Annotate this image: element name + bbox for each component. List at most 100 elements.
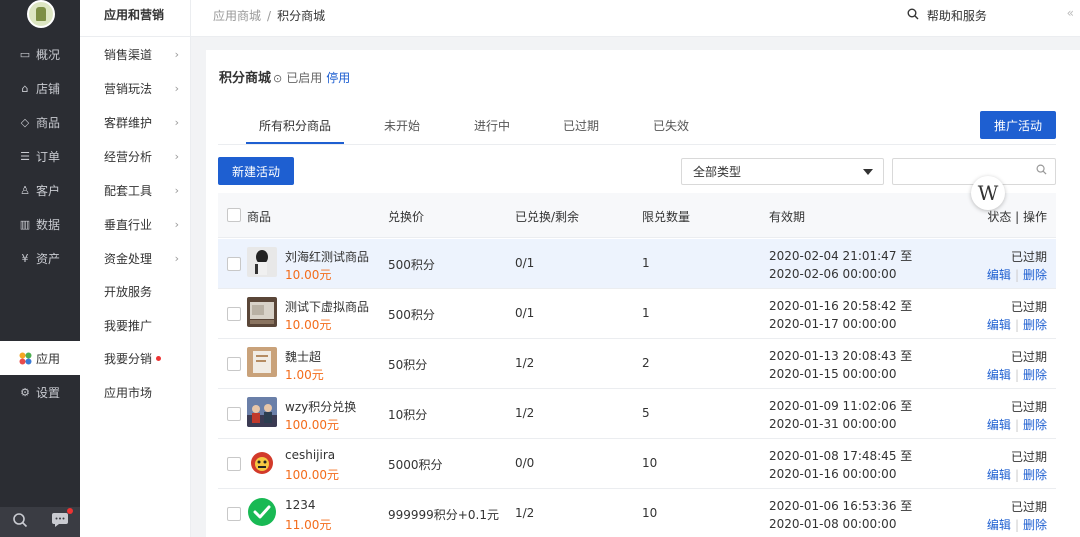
- type-select[interactable]: 全部类型: [681, 158, 884, 185]
- status-text: 已过期: [1010, 250, 1047, 264]
- subnav-item-sales-channels[interactable]: 销售渠道 ›: [80, 37, 191, 71]
- product-name[interactable]: 测试下虚拟商品: [285, 298, 369, 315]
- status-text: 已启用: [286, 71, 323, 85]
- row-checkbox[interactable]: [227, 407, 241, 421]
- points-price: 10积分: [388, 408, 428, 422]
- sidebar-item-label: 订单: [36, 149, 61, 164]
- edit-link[interactable]: 编辑: [987, 368, 1011, 382]
- subnav-label: 销售渠道: [104, 47, 153, 62]
- info-circle-icon[interactable]: ⊙: [273, 72, 282, 85]
- collapse-icon[interactable]: «: [1067, 6, 1074, 20]
- product-name[interactable]: ceshijira: [285, 448, 335, 462]
- divider: |: [1014, 368, 1019, 382]
- validity-period: 2020-01-06 16:53:36 至 2020-01-08 00:00:00: [769, 497, 912, 533]
- redeemed-remaining: 1/2: [515, 406, 535, 420]
- table-row[interactable]: 刘海红测试商品 10.00元 500积分 0/1 1 2020-02-04 21…: [218, 239, 1056, 289]
- subnav-item-promote[interactable]: 我要推广: [80, 308, 191, 342]
- delete-link[interactable]: 删除: [1023, 468, 1047, 482]
- breadcrumb-root[interactable]: 应用商城: [213, 9, 261, 23]
- breadcrumb-separator: /: [267, 9, 272, 23]
- edit-link[interactable]: 编辑: [987, 418, 1011, 432]
- message-icon[interactable]: [51, 508, 73, 532]
- subnav-item-verticals[interactable]: 垂直行业 ›: [80, 207, 191, 241]
- table-row[interactable]: 测试下虚拟商品 10.00元 500积分 0/1 1 2020-01-16 20…: [218, 289, 1056, 339]
- sidebar-item-products[interactable]: ◇ 商品: [0, 105, 80, 139]
- row-checkbox[interactable]: [227, 357, 241, 371]
- delete-link[interactable]: 删除: [1023, 268, 1047, 282]
- subnav-item-app-market[interactable]: 应用市场: [80, 375, 191, 409]
- sidebar-item-apps[interactable]: 应用: [0, 341, 80, 375]
- edit-link[interactable]: 编辑: [987, 468, 1011, 482]
- select-all-checkbox[interactable]: [227, 208, 241, 222]
- delete-link[interactable]: 删除: [1023, 418, 1047, 432]
- notification-dot: [66, 508, 73, 514]
- valid-start: 2020-01-08 17:48:45 至: [769, 449, 913, 463]
- type-select-value: 全部类型: [693, 165, 742, 179]
- sidebar-footer: [0, 507, 80, 537]
- subnav-item-analytics[interactable]: 经营分析 ›: [80, 139, 191, 173]
- redeemed-remaining: 0/1: [515, 256, 535, 270]
- sidebar-item-orders[interactable]: ☰ 订单: [0, 139, 80, 173]
- sidebar-item-overview[interactable]: ▭ 概况: [0, 37, 80, 71]
- delete-link[interactable]: 删除: [1023, 518, 1047, 532]
- edit-link[interactable]: 编辑: [987, 318, 1011, 332]
- product-name[interactable]: 1234: [285, 498, 316, 512]
- search-icon[interactable]: [12, 512, 28, 532]
- delete-link[interactable]: 删除: [1023, 368, 1047, 382]
- sidebar-item-store[interactable]: ⌂ 店铺: [0, 71, 80, 105]
- divider: |: [1014, 268, 1019, 282]
- table-row[interactable]: ceshijira 100.00元 5000积分 0/0 10 2020-01-…: [218, 439, 1056, 489]
- floating-assistant-badge[interactable]: W: [971, 176, 1005, 210]
- valid-start: 2020-02-04 21:01:47 至: [769, 249, 913, 263]
- yen-icon: ¥: [21, 251, 29, 265]
- row-checkbox[interactable]: [227, 507, 241, 521]
- product-name[interactable]: wzy积分兑换: [285, 398, 356, 415]
- valid-start: 2020-01-09 11:02:06 至: [769, 399, 913, 413]
- top-header: 应用商城 / 积分商城 帮助和服务 «: [191, 0, 1080, 37]
- tab-expired[interactable]: 已过期: [563, 117, 599, 134]
- primary-sidebar: ▭ 概况 ⌂ 店铺 ◇ 商品 ☰ 订单 ♙ 客户 ▥ 数据 ¥ 资产 应用 ⚙ 设置: [0, 0, 80, 537]
- subnav-item-marketing[interactable]: 营销玩法 ›: [80, 71, 191, 105]
- product-name[interactable]: 魏士超: [285, 348, 321, 365]
- store-logo[interactable]: [27, 0, 55, 28]
- new-activity-button[interactable]: 新建活动: [218, 157, 294, 185]
- tab-in-progress[interactable]: 进行中: [474, 117, 510, 134]
- tab-all-products[interactable]: 所有积分商品: [259, 117, 331, 134]
- sidebar-item-customers[interactable]: ♙ 客户: [0, 173, 80, 207]
- stop-link[interactable]: 停用: [326, 71, 350, 85]
- row-checkbox[interactable]: [227, 257, 241, 271]
- table-row[interactable]: 1234 11.00元 999999积分+0.1元 1/2 10 2020-01…: [218, 489, 1056, 537]
- row-actions: 编辑 | 删除: [987, 266, 1047, 283]
- row-checkbox[interactable]: [227, 307, 241, 321]
- table-row[interactable]: wzy积分兑换 100.00元 10积分 1/2 5 2020-01-09 11…: [218, 389, 1056, 439]
- sidebar-item-settings[interactable]: ⚙ 设置: [0, 375, 80, 409]
- edit-link[interactable]: 编辑: [987, 518, 1011, 532]
- sidebar-item-data[interactable]: ▥ 数据: [0, 207, 80, 241]
- chevron-right-icon: ›: [174, 217, 179, 231]
- subnav-item-distribution[interactable]: 我要分销: [80, 341, 191, 375]
- redeemed-remaining: 1/2: [515, 506, 535, 520]
- tab-invalid[interactable]: 已失效: [653, 117, 689, 134]
- search-field[interactable]: [892, 158, 1056, 185]
- subnav-item-customer-care[interactable]: 客群维护 ›: [80, 105, 191, 139]
- search-input[interactable]: [893, 159, 1023, 184]
- product-name[interactable]: 刘海红测试商品: [285, 248, 369, 265]
- help-link[interactable]: 帮助和服务: [907, 7, 987, 24]
- status-text: 已过期: [1010, 350, 1047, 364]
- tab-not-started[interactable]: 未开始: [384, 117, 420, 134]
- table-row[interactable]: 魏士超 1.00元 50积分 1/2 2 2020-01-13 20:08:43…: [218, 339, 1056, 389]
- row-actions: 编辑 | 删除: [987, 366, 1047, 383]
- row-checkbox[interactable]: [227, 457, 241, 471]
- search-icon[interactable]: [1036, 164, 1047, 178]
- sidebar-item-assets[interactable]: ¥ 资产: [0, 241, 80, 275]
- delete-link[interactable]: 删除: [1023, 318, 1047, 332]
- subnav-item-tools[interactable]: 配套工具 ›: [80, 173, 191, 207]
- subnav-item-open-services[interactable]: 开放服务: [80, 274, 191, 308]
- edit-link[interactable]: 编辑: [987, 268, 1011, 282]
- sidebar-item-label: 商品: [36, 115, 61, 130]
- product-thumbnail: [247, 247, 277, 277]
- col-redeemed: 已兑换/剩余: [515, 210, 580, 224]
- gear-icon: ⚙: [20, 385, 30, 399]
- promote-activity-button[interactable]: 推广活动: [980, 111, 1056, 139]
- subnav-item-funds[interactable]: 资金处理 ›: [80, 241, 191, 275]
